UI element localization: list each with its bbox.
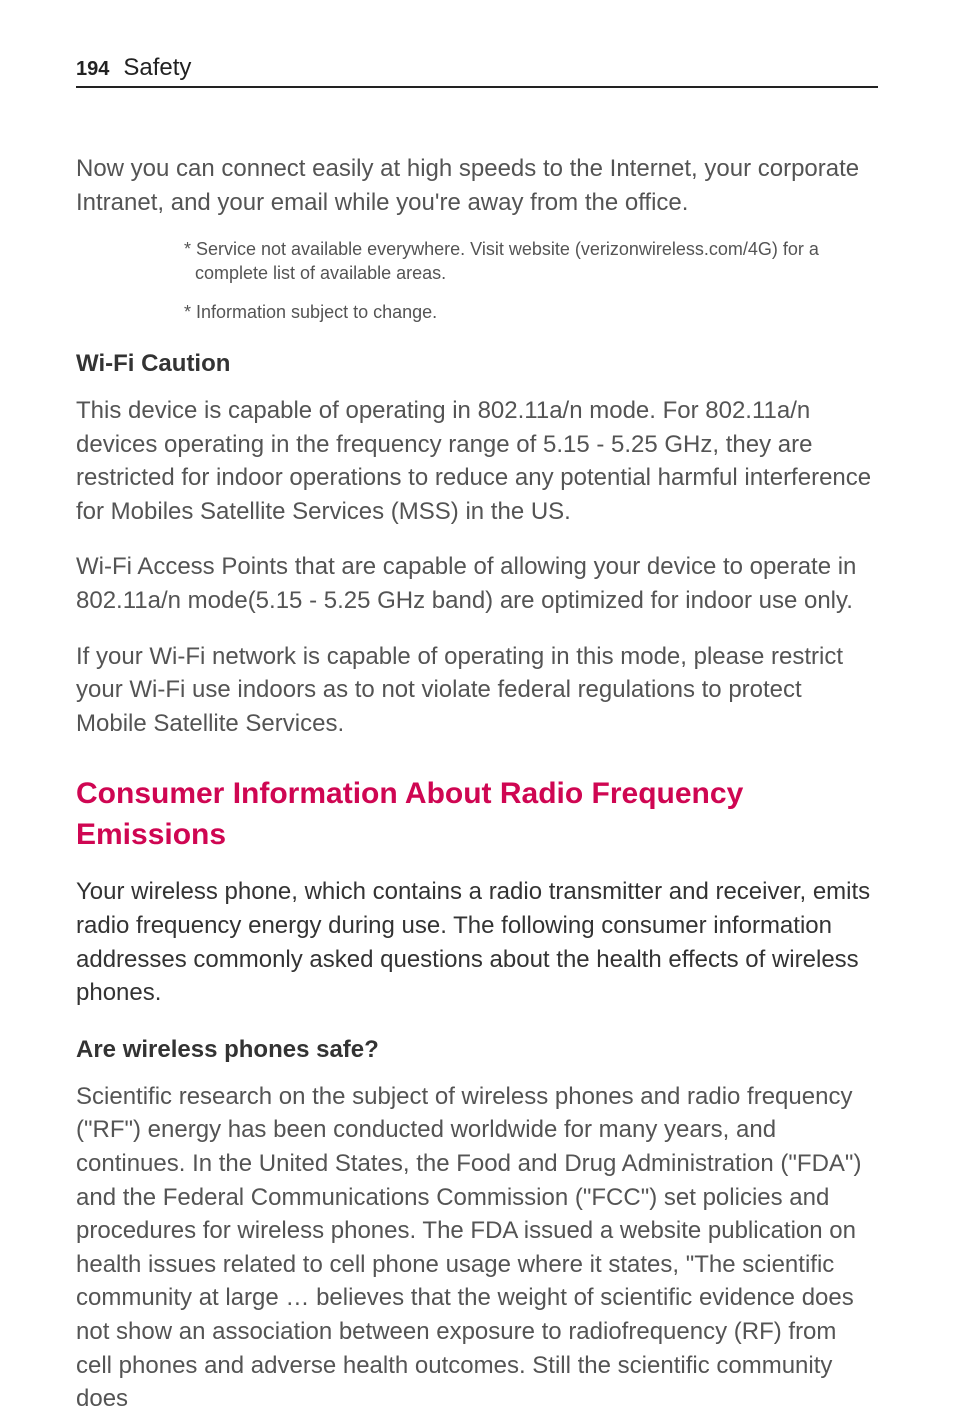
- page-number: 194: [76, 58, 109, 81]
- page-header: 194 Safety: [76, 54, 878, 88]
- section-label: Safety: [123, 54, 191, 82]
- footnote-item: * Information subject to change.: [184, 300, 878, 324]
- intro-paragraph: Now you can connect easily at high speed…: [76, 152, 878, 219]
- wireless-safe-heading: Are wireless phones safe?: [76, 1036, 878, 1064]
- consumer-info-lead: Your wireless phone, which contains a ra…: [76, 875, 878, 1009]
- wifi-paragraph-2: Wi-Fi Access Points that are capable of …: [76, 550, 878, 617]
- wireless-safe-paragraph: Scientific research on the subject of wi…: [76, 1080, 878, 1416]
- wifi-paragraph-1: This device is capable of operating in 8…: [76, 394, 878, 528]
- wifi-paragraph-3: If your Wi-Fi network is capable of oper…: [76, 640, 878, 741]
- wifi-caution-heading: Wi-Fi Caution: [76, 350, 878, 378]
- footnote-block: * Service not available everywhere. Visi…: [76, 237, 878, 324]
- footnote-item: * Service not available everywhere. Visi…: [184, 237, 878, 286]
- consumer-info-heading: Consumer Information About Radio Frequen…: [76, 774, 878, 855]
